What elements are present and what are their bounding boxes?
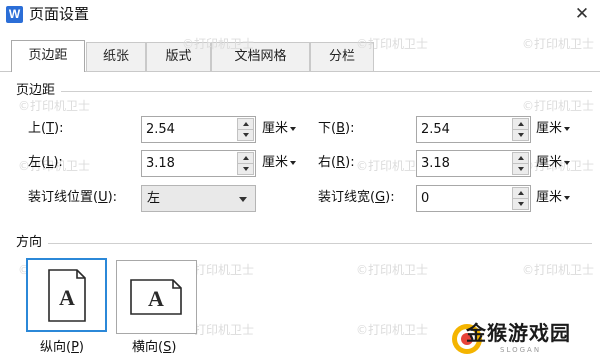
watermark: ©打印机卫士 xyxy=(356,323,429,337)
spin-up-icon xyxy=(517,156,524,160)
brand-name: 金猴游戏园 xyxy=(466,321,571,345)
decrement-button[interactable] xyxy=(237,164,254,175)
bottom-margin-value: 2.54 xyxy=(421,122,450,137)
spin-down-icon xyxy=(517,133,524,137)
top-margin-value: 2.54 xyxy=(146,122,175,137)
gutter-width-unit-dropdown[interactable]: 厘米 xyxy=(536,189,571,207)
gutter-width-label: 装订线宽(G): xyxy=(318,190,395,205)
left-margin-label: 左(L): xyxy=(28,155,63,170)
gutter-width-value: 0 xyxy=(421,191,430,206)
right-margin-label: 右(R): xyxy=(318,155,355,170)
bottom-margin-label: 下(B): xyxy=(318,121,355,136)
left-margin-input[interactable]: 3.18 xyxy=(141,150,256,177)
right-margin-value: 3.18 xyxy=(421,156,450,171)
gutter-width-input[interactable]: 0 xyxy=(416,185,531,212)
portrait-label: 纵向(P) xyxy=(40,340,84,355)
chevron-down-icon xyxy=(564,160,571,165)
watermark: ©打印机卫士 xyxy=(18,99,91,113)
chevron-down-icon xyxy=(290,126,297,131)
landscape-option[interactable]: A xyxy=(116,260,197,334)
watermark: ©打印机卫士 xyxy=(356,263,429,277)
chevron-down-icon xyxy=(239,197,247,202)
watermark: ©打印机卫士 xyxy=(522,37,595,51)
landscape-label: 横向(S) xyxy=(132,340,177,355)
close-button[interactable]: ✕ xyxy=(572,4,592,24)
decrement-button[interactable] xyxy=(512,199,529,210)
gutter-position-select[interactable]: 左 xyxy=(141,185,256,212)
increment-button[interactable] xyxy=(237,152,254,164)
right-margin-input[interactable]: 3.18 xyxy=(416,150,531,177)
bottom-margin-unit-dropdown[interactable]: 厘米 xyxy=(536,120,571,138)
spin-down-icon xyxy=(517,167,524,171)
watermark: ©打印机卫士 xyxy=(356,37,429,51)
portrait-page-icon: A xyxy=(48,269,86,322)
tab-margins[interactable]: 页边距 xyxy=(11,40,85,72)
chevron-down-icon xyxy=(564,126,571,131)
svg-text:A: A xyxy=(148,286,164,311)
spin-down-icon xyxy=(242,133,249,137)
decrement-button[interactable] xyxy=(512,130,529,141)
spin-up-icon xyxy=(242,122,249,126)
decrement-button[interactable] xyxy=(237,130,254,141)
increment-button[interactable] xyxy=(512,187,529,199)
increment-button[interactable] xyxy=(512,118,529,130)
top-margin-unit-dropdown[interactable]: 厘米 xyxy=(262,120,297,138)
section-divider xyxy=(16,91,592,92)
tab-paper[interactable]: 纸张 xyxy=(86,42,146,71)
landscape-page-icon: A xyxy=(130,279,182,315)
watermark: ©打印机卫士 xyxy=(522,263,595,277)
chevron-down-icon xyxy=(290,160,297,165)
spin-down-icon xyxy=(517,202,524,206)
brand-slogan: SLOGAN xyxy=(500,346,542,354)
spin-down-icon xyxy=(242,167,249,171)
chevron-down-icon xyxy=(564,195,571,200)
orientation-section-title: 方向 xyxy=(16,234,49,252)
watermark: ©打印机卫士 xyxy=(182,37,255,51)
gutter-position-value: 左 xyxy=(147,191,161,206)
tab-strip-divider xyxy=(0,71,600,72)
watermark: ©打印机卫士 xyxy=(522,99,595,113)
top-margin-input[interactable]: 2.54 xyxy=(141,116,256,143)
margins-section-title: 页边距 xyxy=(16,82,62,100)
increment-button[interactable] xyxy=(512,152,529,164)
right-margin-unit-dropdown[interactable]: 厘米 xyxy=(536,154,571,172)
spin-up-icon xyxy=(242,156,249,160)
spin-up-icon xyxy=(517,191,524,195)
title-bar: W 页面设置 ✕ xyxy=(0,0,600,30)
portrait-option[interactable]: A xyxy=(26,258,107,332)
gutter-position-label: 装订线位置(U): xyxy=(28,190,118,205)
left-margin-value: 3.18 xyxy=(146,156,175,171)
increment-button[interactable] xyxy=(237,118,254,130)
bottom-margin-input[interactable]: 2.54 xyxy=(416,116,531,143)
decrement-button[interactable] xyxy=(512,164,529,175)
svg-text:A: A xyxy=(59,285,75,310)
spin-up-icon xyxy=(517,122,524,126)
dialog-title: 页面设置 xyxy=(29,5,90,23)
wps-writer-app-icon: W xyxy=(6,6,23,23)
left-margin-unit-dropdown[interactable]: 厘米 xyxy=(262,154,297,172)
top-margin-label: 上(T): xyxy=(28,121,64,136)
section-divider xyxy=(16,243,592,244)
